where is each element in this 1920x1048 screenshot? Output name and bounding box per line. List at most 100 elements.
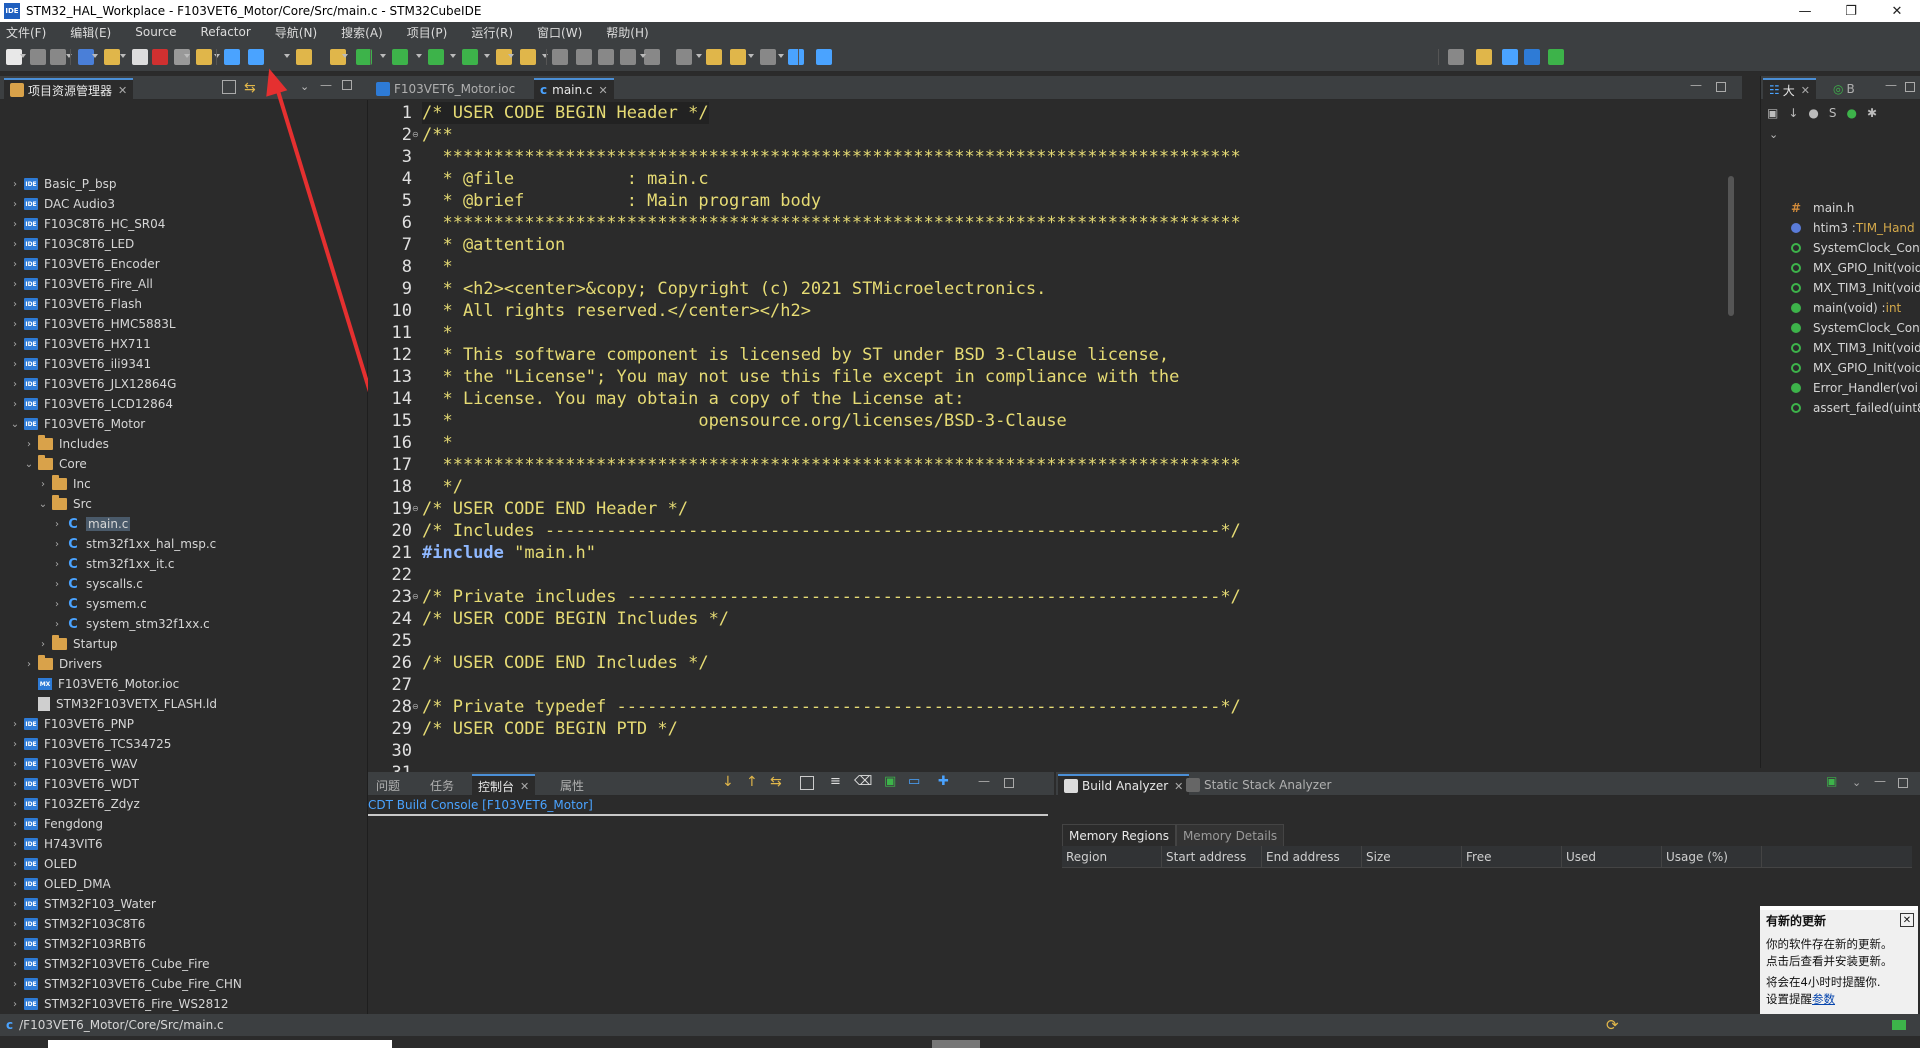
arrow-down-icon[interactable]: ↓: [722, 774, 734, 790]
tree-item[interactable]: › IDE F103ZET6_Zdyz: [10, 794, 140, 814]
menu-navigate[interactable]: 导航(N): [275, 24, 317, 41]
chevron-down-icon[interactable]: [120, 54, 126, 58]
tab-main-c[interactable]: c main.c ✕: [534, 78, 614, 100]
whitespace-icon[interactable]: [598, 49, 614, 65]
chevron-down-icon[interactable]: [184, 54, 190, 58]
menu-project[interactable]: 项目(P): [407, 24, 448, 41]
chevron-down-icon[interactable]: [342, 54, 348, 58]
chevron-down-icon[interactable]: ⌄: [10, 419, 20, 430]
link-editor-icon[interactable]: ⇆: [244, 80, 256, 96]
display-console-icon[interactable]: ▭: [908, 774, 920, 789]
code-line[interactable]: *: [422, 322, 452, 344]
close-icon[interactable]: ✕: [599, 84, 608, 97]
chevron-down-icon[interactable]: [542, 54, 548, 58]
tree-item[interactable]: › IDE F103VET6_Encoder: [10, 254, 160, 274]
tree-item[interactable]: › IDE STM32F103VET6_Cube_Fire: [10, 954, 210, 974]
chevron-right-icon[interactable]: ›: [52, 559, 62, 570]
chevron-right-icon[interactable]: ›: [10, 259, 20, 270]
view-menu-icon[interactable]: ⌄: [1852, 776, 1861, 789]
code-line[interactable]: /* USER CODE BEGIN PTD */: [422, 718, 678, 740]
new-project-icon[interactable]: [248, 49, 264, 65]
outline-item[interactable]: main(void) : int: [1791, 298, 1901, 318]
code-line[interactable]: /* Private includes --------------------…: [422, 586, 1241, 608]
maximize-view-icon[interactable]: [1898, 778, 1908, 788]
code-line[interactable]: /* USER CODE BEGIN Includes */: [422, 608, 729, 630]
run-coverage-icon[interactable]: [462, 49, 478, 65]
code-line[interactable]: *: [422, 256, 452, 278]
code-line[interactable]: /* USER CODE END Header */: [422, 498, 688, 520]
chevron-right-icon[interactable]: ›: [10, 739, 20, 750]
chevron-right-icon[interactable]: ›: [10, 879, 20, 890]
chevron-down-icon[interactable]: [380, 54, 386, 58]
minimize-view-icon[interactable]: —: [1690, 78, 1702, 92]
chevron-right-icon[interactable]: ›: [38, 639, 48, 650]
tab-outline[interactable]: ☷ 大 ✕: [1763, 78, 1816, 100]
col-region[interactable]: Region: [1062, 846, 1162, 868]
code-line[interactable]: *: [422, 432, 452, 454]
debug-perspective-icon[interactable]: [1548, 49, 1564, 65]
outline-item[interactable]: SystemClock_Conf: [1791, 238, 1920, 258]
code-line[interactable]: /* Private typedef ---------------------…: [422, 696, 1241, 718]
tab-problems[interactable]: 问题: [370, 774, 406, 796]
pin-icon[interactable]: ▣: [884, 774, 896, 789]
tree-item[interactable]: › IDE F103VET6_TCS34725: [10, 734, 171, 754]
maximize-view-icon[interactable]: [1716, 82, 1726, 92]
back-icon[interactable]: [706, 49, 722, 65]
chevron-down-icon[interactable]: [640, 54, 646, 58]
menu-refactor[interactable]: Refactor: [200, 25, 250, 39]
maximize-view-icon[interactable]: [1004, 778, 1014, 788]
tree-item[interactable]: STM32F103VETX_FLASH.ld: [24, 694, 217, 714]
tree-item[interactable]: › IDE Basic_P_bsp: [10, 174, 117, 194]
save-icon[interactable]: [30, 49, 46, 65]
outline-item[interactable]: MX_TIM3_Init(void: [1791, 278, 1920, 298]
chevron-down-icon[interactable]: ⌄: [24, 459, 34, 470]
menu-run[interactable]: 运行(R): [471, 24, 513, 41]
tree-item[interactable]: › IDE H743VIT6: [10, 834, 103, 854]
tab-tasks[interactable]: 任务: [424, 774, 460, 796]
menu-help[interactable]: 帮助(H): [606, 24, 648, 41]
fold-icon[interactable]: ⊖: [412, 124, 420, 146]
tree-item[interactable]: › IDE F103VET6_WAV: [10, 754, 137, 774]
settings-icon[interactable]: ✱: [1867, 106, 1877, 120]
view-menu-icon[interactable]: ⌄: [300, 80, 309, 93]
forward-icon[interactable]: [760, 49, 776, 65]
chevron-right-icon[interactable]: ›: [10, 859, 20, 870]
chevron-right-icon[interactable]: ›: [52, 619, 62, 630]
tree-item[interactable]: › IDE F103VET6_LCD12864: [10, 394, 173, 414]
tab-build-analyzer[interactable]: Build Analyzer ✕: [1058, 774, 1190, 796]
tree-item[interactable]: ⌄ Src: [38, 494, 92, 514]
outline-item[interactable]: MX_GPIO_Init(void: [1791, 258, 1920, 278]
chevron-down-icon[interactable]: ⌄: [1769, 128, 1778, 141]
menu-window[interactable]: 窗口(W): [537, 24, 582, 41]
code-line[interactable]: * @brief : Main program body: [422, 190, 821, 212]
device-config-icon[interactable]: [196, 49, 212, 65]
tree-item[interactable]: › Csystem_stm32f1xx.c: [52, 614, 210, 634]
tree-item[interactable]: › IDE F103VET6_PNP: [10, 714, 134, 734]
block-select-icon[interactable]: [576, 49, 592, 65]
tree-item[interactable]: › IDE OLED: [10, 854, 77, 874]
tree-item[interactable]: › IDE STM32F103_Water: [10, 894, 156, 914]
chevron-right-icon[interactable]: ›: [10, 339, 20, 350]
col-start-address[interactable]: Start address: [1162, 846, 1262, 868]
collapse-all-icon[interactable]: ▣: [1767, 106, 1778, 120]
chevron-down-icon[interactable]: ⌄: [38, 499, 48, 510]
perspectives-icon[interactable]: [1476, 49, 1492, 65]
annotate-icon[interactable]: [676, 49, 692, 65]
outline-item[interactable]: MX_GPIO_Init(void: [1791, 358, 1920, 378]
tree-item[interactable]: › IDE OLED_DMA: [10, 874, 111, 894]
tree-item[interactable]: › IDE STM32F103VET6_Fire_WS2812: [10, 994, 229, 1014]
minimize-view-icon[interactable]: —: [978, 774, 990, 788]
chevron-right-icon[interactable]: ›: [10, 279, 20, 290]
chevron-right-icon[interactable]: ›: [38, 479, 48, 490]
open-folder-icon[interactable]: [296, 49, 312, 65]
chevron-right-icon[interactable]: ›: [10, 399, 20, 410]
tree-item[interactable]: › IDE DAC Audio3: [10, 194, 115, 214]
code-line[interactable]: * This software component is licensed by…: [422, 344, 1169, 366]
fold-icon[interactable]: ⊖: [412, 498, 420, 520]
chevron-right-icon[interactable]: ›: [10, 359, 20, 370]
chevron-down-icon[interactable]: [450, 54, 456, 58]
tab-console[interactable]: 控制台 ✕: [472, 774, 536, 796]
code-line[interactable]: * @file : main.c: [422, 168, 708, 190]
stop-icon[interactable]: [152, 49, 168, 65]
perspective-icon[interactable]: [788, 49, 804, 65]
